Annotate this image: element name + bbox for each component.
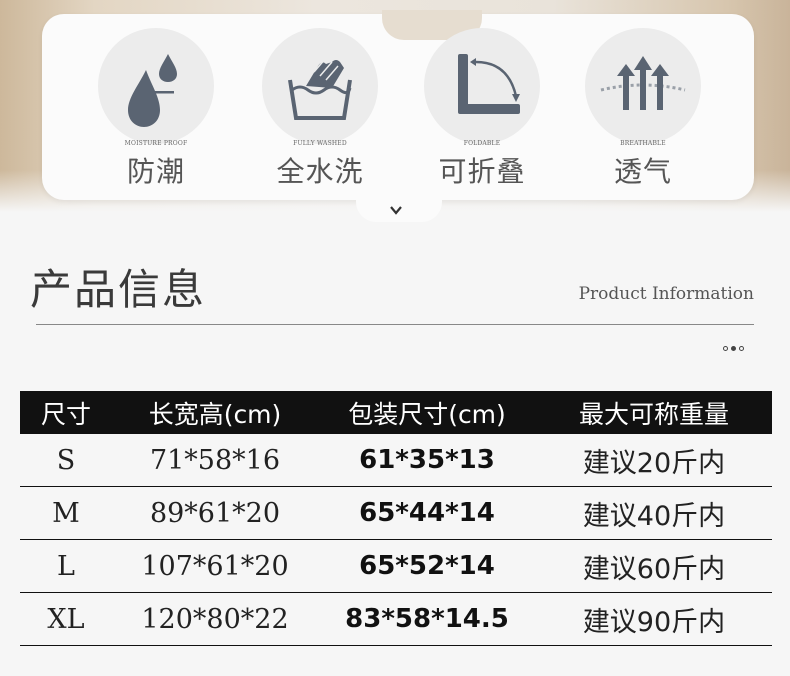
size-table: 尺寸 长宽高(cm) 包装尺寸(cm) 最大可称重量 S 71*58*16 61…	[20, 391, 772, 646]
header-max-weight: 最大可称重量	[578, 399, 729, 429]
feature-zh-label: 防潮	[126, 155, 185, 188]
table-row: M 89*61*20 65*44*14 建议40斤内	[20, 486, 772, 540]
feature-zh-label: 可折叠	[438, 155, 526, 188]
package-cell: 65*52*14	[318, 539, 536, 593]
weight-cell: 建议90斤内	[536, 592, 772, 646]
feature-en-label: FOLDABLE	[463, 140, 501, 147]
chevron-down-icon	[390, 206, 402, 215]
feature-en-label: BREATHABLE	[620, 140, 666, 147]
feature-foldable: FOLDABLE 可折叠	[422, 28, 542, 190]
dimensions-cell: 120*80*22	[112, 592, 318, 646]
table-row: L 107*61*20 65*52*14 建议60斤内	[20, 539, 772, 593]
header-size: 尺寸	[40, 399, 91, 429]
foldable-icon	[458, 54, 520, 114]
size-cell: L	[20, 539, 112, 593]
weight-cell: 建议40斤内	[536, 486, 772, 540]
feature-moisture-proof: MOISTURE PROOF 防潮	[96, 28, 216, 190]
dimensions-cell: 71*58*16	[112, 434, 318, 487]
feature-breathable: BREATHABLE 透气	[583, 28, 703, 190]
header-package-size: 包装尺寸(cm)	[348, 399, 506, 429]
size-cell: XL	[20, 592, 112, 646]
moisture-drop-icon	[128, 54, 177, 127]
package-cell: 61*35*13	[318, 434, 536, 487]
dimensions-cell: 107*61*20	[112, 539, 318, 593]
weight-cell: 建议20斤内	[536, 434, 772, 487]
hand-wash-icon	[288, 57, 352, 120]
weight-cell: 建议60斤内	[536, 539, 772, 593]
section-subtitle: Product Information	[578, 284, 754, 304]
header-dimensions: 长宽高(cm)	[148, 399, 282, 429]
size-cell: S	[20, 434, 112, 487]
package-cell: 83*58*14.5	[318, 592, 536, 646]
dots-decoration	[723, 346, 744, 351]
table-row: XL 120*80*22 83*58*14.5 建议90斤内	[20, 592, 772, 646]
feature-en-label: MOISTURE PROOF	[124, 140, 188, 147]
feature-en-label: FULLY WASHED	[293, 140, 347, 147]
feature-fully-washed: FULLY WASHED 全水洗	[260, 28, 380, 190]
breathable-icon	[600, 56, 686, 110]
package-cell: 65*44*14	[318, 486, 536, 540]
table-row: S 71*58*16 61*35*13 建议20斤内	[20, 434, 772, 487]
table-header-row: 尺寸 长宽高(cm) 包装尺寸(cm) 最大可称重量	[20, 391, 772, 434]
size-cell: M	[20, 486, 112, 540]
dimensions-cell: 89*61*20	[112, 486, 318, 540]
section-title: 产品信息	[30, 265, 207, 314]
divider	[36, 324, 754, 325]
feature-zh-label: 透气	[613, 155, 672, 188]
feature-zh-label: 全水洗	[276, 155, 364, 188]
